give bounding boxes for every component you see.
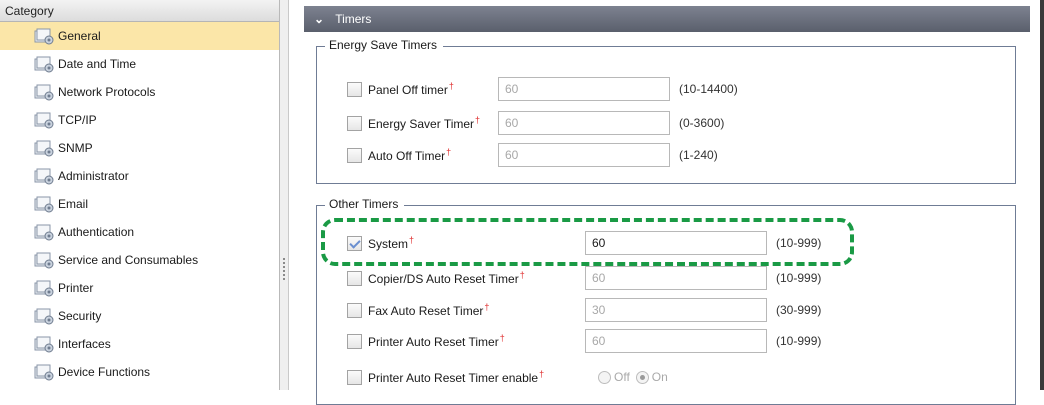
auto-off-timer-label: Auto Off Timer† [368, 147, 452, 163]
category-item-label: Authentication [58, 225, 135, 239]
printer-auto-reset-enable-label: Printer Auto Reset Timer enable† [368, 369, 545, 385]
settings-page-icon [34, 223, 55, 241]
fax-auto-reset-input[interactable] [585, 298, 767, 322]
splitter-grip-icon[interactable] [283, 258, 285, 282]
off-radio-label: Off [614, 370, 630, 384]
right-edge-border [1040, 0, 1044, 390]
other-timers-legend: Other Timers [325, 197, 405, 211]
copier-ds-auto-reset-range: (10-999) [776, 271, 822, 285]
category-item-email[interactable]: Email [0, 190, 279, 218]
settings-page-icon [34, 27, 55, 45]
category-item-network-protocols[interactable]: Network Protocols [0, 78, 279, 106]
panel-off-timer-label: Panel Off timer† [368, 81, 454, 97]
printer-auto-reset-input[interactable] [585, 329, 767, 353]
category-item-label: Date and Time [58, 57, 137, 71]
printer-auto-reset-row: Printer Auto Reset Timer† [347, 329, 505, 353]
category-item-label: Interfaces [58, 337, 111, 351]
category-item-device-functions[interactable]: Device Functions [0, 358, 279, 386]
settings-page-icon [34, 139, 55, 157]
category-item-general[interactable]: General [0, 22, 279, 50]
category-item-label: Network Protocols [58, 85, 156, 99]
fax-auto-reset-checkbox[interactable] [347, 302, 362, 318]
panel-off-timer-range: (10-14400) [679, 82, 738, 96]
category-item-label: Security [58, 309, 102, 323]
fax-auto-reset-label: Fax Auto Reset Timer† [368, 302, 490, 318]
off-radio[interactable] [598, 370, 611, 384]
settings-page-icon [34, 195, 55, 213]
category-item-label: Administrator [58, 169, 129, 183]
category-item-tcp-ip[interactable]: TCP/IP [0, 106, 279, 134]
settings-page-icon [34, 83, 55, 101]
panel-off-timer-checkbox[interactable] [347, 81, 362, 97]
panel-off-timer-input[interactable] [498, 77, 670, 101]
copier-ds-auto-reset-label: Copier/DS Auto Reset Timer† [368, 270, 525, 286]
category-item-service-and-consumables[interactable]: Service and Consumables [0, 246, 279, 274]
category-list: General Date and Time Network Protocols TCP… [0, 22, 279, 386]
category-item-security[interactable]: Security [0, 302, 279, 330]
energy-saver-timer-row: Energy Saver Timer† [347, 111, 480, 135]
energy-saver-timer-label: Energy Saver Timer† [368, 115, 481, 131]
settings-page-icon [34, 363, 55, 381]
other-timers-group: Other Timers System† (10-999) Copier/DS … [316, 197, 1016, 405]
settings-page-icon [34, 251, 55, 269]
settings-page-icon [34, 335, 55, 353]
printer-auto-reset-enable-row: Printer Auto Reset Timer enable† [347, 365, 544, 389]
category-item-label: Email [58, 197, 89, 211]
energy-saver-timer-range: (0-3600) [679, 116, 725, 130]
category-item-date-and-time[interactable]: Date and Time [0, 50, 279, 78]
copier-ds-auto-reset-input[interactable] [585, 266, 767, 290]
system-timer-label: System† [368, 235, 415, 251]
category-item-label: Printer [58, 281, 94, 295]
energy-save-timers-legend: Energy Save Timers [325, 38, 444, 52]
category-item-interfaces[interactable]: Interfaces [0, 330, 279, 358]
printer-auto-reset-label: Printer Auto Reset Timer† [368, 333, 505, 349]
section-title: Timers [335, 12, 372, 26]
category-item-label: SNMP [58, 141, 93, 155]
printer-auto-reset-enable-options: Off On [598, 365, 674, 389]
category-item-administrator[interactable]: Administrator [0, 162, 279, 190]
on-radio[interactable] [635, 370, 649, 384]
category-panel: Category General Date and Time Network Pro… [0, 0, 280, 390]
category-item-printer[interactable]: Printer [0, 274, 279, 302]
printer-auto-reset-checkbox[interactable] [347, 333, 362, 349]
fax-auto-reset-row: Fax Auto Reset Timer† [347, 298, 489, 322]
auto-off-timer-checkbox[interactable] [347, 147, 362, 163]
on-radio-label: On [651, 370, 668, 384]
auto-off-timer-row: Auto Off Timer† [347, 143, 451, 167]
auto-off-timer-range: (1-240) [679, 148, 718, 162]
panel-off-timer-row: Panel Off timer† [347, 77, 454, 101]
copier-ds-auto-reset-checkbox[interactable] [347, 270, 362, 286]
category-item-authentication[interactable]: Authentication [0, 218, 279, 246]
chevron-down-icon[interactable]: ⌄ [314, 6, 324, 32]
category-header: Category [0, 0, 279, 22]
settings-page-icon [34, 111, 55, 129]
timers-section-header[interactable]: ⌄ Timers [304, 6, 1030, 32]
panel-splitter[interactable] [280, 0, 289, 390]
system-timer-range: (10-999) [776, 236, 822, 250]
copier-ds-auto-reset-row: Copier/DS Auto Reset Timer† [347, 266, 525, 290]
fax-auto-reset-range: (30-999) [776, 303, 822, 317]
settings-page-icon [34, 279, 55, 297]
category-item-label: General [58, 29, 101, 43]
energy-saver-timer-input[interactable] [498, 111, 670, 135]
system-timer-checkbox[interactable] [347, 235, 362, 251]
system-timer-row: System† [347, 231, 414, 255]
printer-auto-reset-enable-checkbox[interactable] [347, 369, 362, 385]
category-item-snmp[interactable]: SNMP [0, 134, 279, 162]
main-panel: ⌄ Timers Energy Save Timers Panel Off ti… [290, 0, 1044, 405]
settings-page-icon [34, 167, 55, 185]
energy-saver-timer-checkbox[interactable] [347, 115, 362, 131]
system-timer-input[interactable] [585, 231, 767, 255]
category-item-label: Service and Consumables [58, 253, 199, 267]
auto-off-timer-input[interactable] [498, 143, 670, 167]
category-item-label: TCP/IP [58, 113, 97, 127]
settings-page-icon [34, 307, 55, 325]
energy-save-timers-group: Energy Save Timers Panel Off timer† (10-… [316, 38, 1016, 184]
printer-auto-reset-range: (10-999) [776, 334, 822, 348]
settings-page-icon [34, 55, 55, 73]
category-item-label: Device Functions [58, 365, 151, 379]
